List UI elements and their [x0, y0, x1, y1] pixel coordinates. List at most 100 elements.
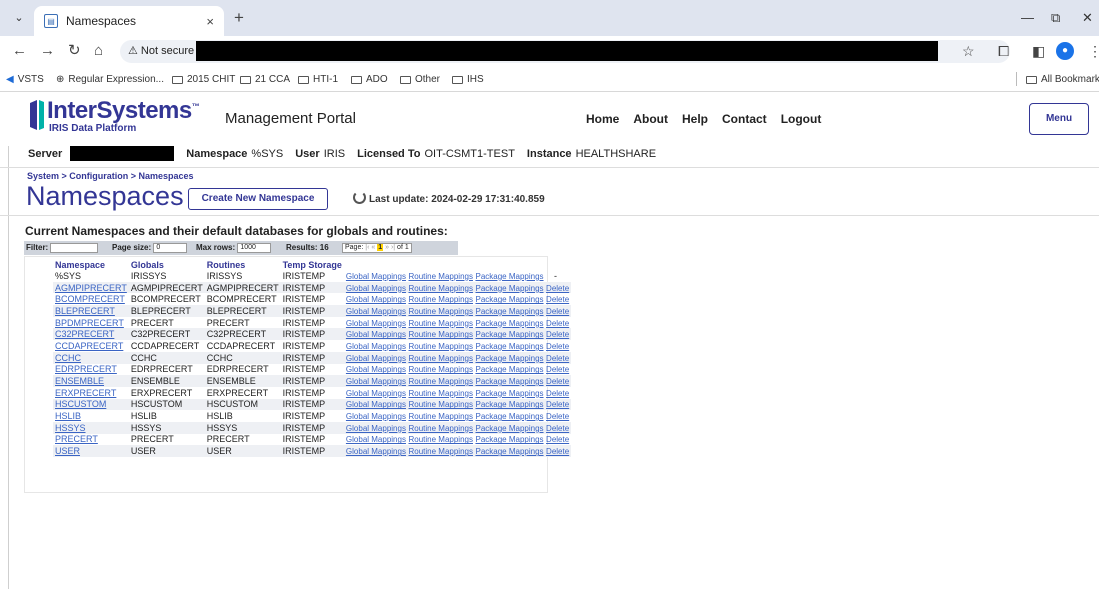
global-mappings-link[interactable]: Global Mappings: [346, 424, 406, 433]
package-mappings-link[interactable]: Package Mappings: [475, 435, 543, 444]
first-page-icon[interactable]: |‹: [365, 244, 369, 251]
namespace-link[interactable]: HSLIB: [53, 410, 129, 422]
new-tab-icon[interactable]: +: [234, 9, 244, 26]
current-page[interactable]: 1: [377, 244, 384, 251]
package-mappings-link[interactable]: Package Mappings: [475, 284, 543, 293]
global-mappings-link[interactable]: Global Mappings: [346, 447, 406, 456]
global-mappings-link[interactable]: Global Mappings: [346, 272, 406, 281]
restore-icon[interactable]: ⧉: [1051, 10, 1060, 26]
breadcrumb[interactable]: System > Configuration > Namespaces: [27, 171, 194, 181]
delete-link[interactable]: Delete: [546, 319, 569, 328]
delete-link[interactable]: Delete: [546, 412, 569, 421]
package-mappings-link[interactable]: Package Mappings: [475, 412, 543, 421]
bookmark-vsts[interactable]: ◀ VSTS: [6, 74, 44, 85]
routine-mappings-link[interactable]: Routine Mappings: [408, 424, 472, 433]
delete-link[interactable]: Delete: [546, 377, 569, 386]
last-page-icon[interactable]: ›|: [391, 244, 395, 251]
global-mappings-link[interactable]: Global Mappings: [346, 330, 406, 339]
namespace-link[interactable]: BCOMPRECERT: [53, 293, 129, 305]
package-mappings-link[interactable]: Package Mappings: [475, 307, 543, 316]
tab-close-icon[interactable]: ×: [206, 14, 214, 29]
namespace-link[interactable]: C32PRECERT: [53, 328, 129, 341]
routine-mappings-link[interactable]: Routine Mappings: [408, 435, 472, 444]
namespace-link[interactable]: CCDAPRECERT: [53, 340, 129, 352]
refresh-icon[interactable]: [353, 191, 366, 204]
nav-about[interactable]: About: [633, 112, 668, 126]
reload-icon[interactable]: ↻: [68, 42, 81, 60]
package-mappings-link[interactable]: Package Mappings: [475, 295, 543, 304]
package-mappings-link[interactable]: Package Mappings: [475, 365, 543, 374]
bookmark-2015-chit[interactable]: 2015 CHIT: [172, 74, 235, 85]
global-mappings-link[interactable]: Global Mappings: [346, 435, 406, 444]
package-mappings-link[interactable]: Package Mappings: [475, 424, 543, 433]
filter-input[interactable]: [50, 243, 99, 253]
delete-link[interactable]: Delete: [546, 435, 569, 444]
namespace-link[interactable]: ERXPRECERT: [53, 387, 129, 399]
bookmark-21-cca[interactable]: 21 CCA: [240, 74, 290, 85]
delete-link[interactable]: Delete: [546, 354, 569, 363]
namespace-link[interactable]: HSSYS: [53, 421, 129, 434]
package-mappings-link[interactable]: Package Mappings: [475, 342, 543, 351]
routine-mappings-link[interactable]: Routine Mappings: [408, 412, 472, 421]
forward-icon[interactable]: →: [40, 42, 55, 60]
global-mappings-link[interactable]: Global Mappings: [346, 365, 406, 374]
namespace-link[interactable]: USER: [53, 445, 129, 457]
package-mappings-link[interactable]: Package Mappings: [475, 319, 543, 328]
routine-mappings-link[interactable]: Routine Mappings: [408, 295, 472, 304]
delete-link[interactable]: Delete: [546, 342, 569, 351]
delete-link[interactable]: Delete: [546, 424, 569, 433]
namespace-link[interactable]: ENSEMBLE: [53, 375, 129, 387]
package-mappings-link[interactable]: Package Mappings: [475, 389, 543, 398]
window-close-icon[interactable]: ✕: [1082, 10, 1093, 26]
max-rows-input[interactable]: 1000: [237, 243, 272, 253]
routine-mappings-link[interactable]: Routine Mappings: [408, 365, 472, 374]
bookmark-hti-1[interactable]: HTI-1: [298, 74, 338, 85]
not-secure-indicator[interactable]: ⚠ Not secure: [128, 44, 194, 57]
global-mappings-link[interactable]: Global Mappings: [346, 389, 406, 398]
routine-mappings-link[interactable]: Routine Mappings: [408, 389, 472, 398]
namespace-link[interactable]: BLEPRECERT: [53, 305, 129, 317]
profile-avatar-icon[interactable]: ●: [1056, 42, 1074, 60]
nav-contact[interactable]: Contact: [722, 112, 767, 126]
routine-mappings-link[interactable]: Routine Mappings: [408, 284, 472, 293]
routine-mappings-link[interactable]: Routine Mappings: [408, 342, 472, 351]
package-mappings-link[interactable]: Package Mappings: [475, 400, 543, 409]
delete-link[interactable]: Delete: [546, 389, 569, 398]
namespace-link[interactable]: PRECERT: [53, 434, 129, 446]
bookmark-other[interactable]: Other: [400, 74, 440, 85]
global-mappings-link[interactable]: Global Mappings: [346, 377, 406, 386]
side-panel-icon[interactable]: ◧: [1032, 43, 1045, 60]
more-options-icon[interactable]: ⋮: [1088, 43, 1099, 60]
global-mappings-link[interactable]: Global Mappings: [346, 295, 406, 304]
all-bookmarks[interactable]: All Bookmarks: [1026, 74, 1099, 85]
package-mappings-link[interactable]: Package Mappings: [475, 377, 543, 386]
browser-tab[interactable]: ▤ Namespaces ×: [34, 6, 224, 36]
delete-link[interactable]: Delete: [546, 365, 569, 374]
namespace-link[interactable]: EDRPRECERT: [53, 364, 129, 376]
namespace-link[interactable]: HSCUSTOM: [53, 398, 129, 411]
col-temp-storage[interactable]: Temp Storage: [281, 259, 344, 270]
global-mappings-link[interactable]: Global Mappings: [346, 354, 406, 363]
global-mappings-link[interactable]: Global Mappings: [346, 342, 406, 351]
bookmark-ihs[interactable]: IHS: [452, 74, 484, 85]
routine-mappings-link[interactable]: Routine Mappings: [408, 354, 472, 363]
delete-link[interactable]: Delete: [546, 284, 569, 293]
col-namespace[interactable]: Namespace: [53, 259, 129, 270]
delete-link[interactable]: Delete: [546, 330, 569, 339]
package-mappings-link[interactable]: Package Mappings: [475, 330, 543, 339]
col-globals[interactable]: Globals: [129, 259, 205, 270]
prev-page-icon[interactable]: «: [371, 244, 375, 251]
namespace-link[interactable]: CCHC: [53, 351, 129, 364]
nav-help[interactable]: Help: [682, 112, 708, 126]
namespace-link[interactable]: AGMPIPRECERT: [53, 281, 129, 294]
delete-link[interactable]: Delete: [546, 400, 569, 409]
routine-mappings-link[interactable]: Routine Mappings: [408, 377, 472, 386]
namespace-link[interactable]: BPDMPRECERT: [53, 317, 129, 329]
col-routines[interactable]: Routines: [205, 259, 281, 270]
routine-mappings-link[interactable]: Routine Mappings: [408, 330, 472, 339]
global-mappings-link[interactable]: Global Mappings: [346, 319, 406, 328]
bookmark-star-icon[interactable]: ☆: [962, 43, 975, 60]
page-size-input[interactable]: 0: [153, 243, 188, 253]
global-mappings-link[interactable]: Global Mappings: [346, 412, 406, 421]
routine-mappings-link[interactable]: Routine Mappings: [408, 319, 472, 328]
